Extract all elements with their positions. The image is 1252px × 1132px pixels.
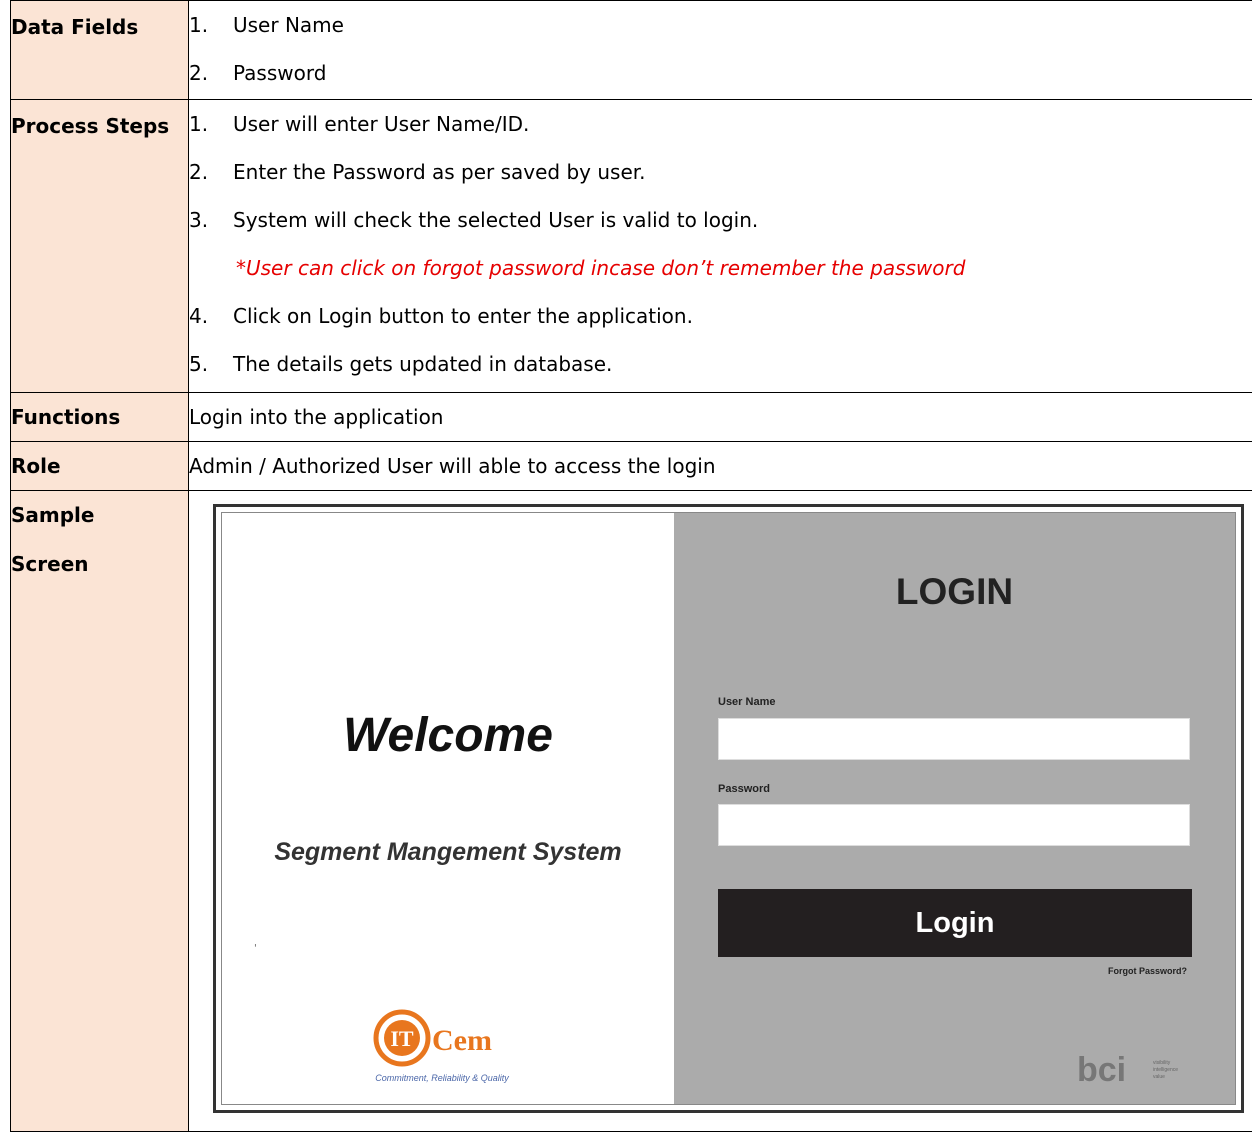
list-item: 2. Enter the Password as per saved by us…: [189, 148, 1252, 196]
item-text: Password: [233, 49, 326, 97]
row-process-steps: Process Steps 1. User will enter User Na…: [11, 100, 1252, 393]
username-input[interactable]: [718, 718, 1190, 760]
list-item: 3. System will check the selected User i…: [189, 196, 1252, 244]
row-label: Process Steps: [11, 100, 188, 138]
stray-mark: ': [254, 943, 257, 954]
logo-letters: IT: [390, 1026, 414, 1051]
item-number: 5.: [189, 340, 233, 388]
welcome-pane: Welcome Segment Mangement System ' IT Ce…: [222, 513, 674, 1104]
bci-logo: bci visibility intelligence value: [1077, 1053, 1187, 1085]
login-pane: LOGIN User Name Password Login Forgot Pa…: [674, 513, 1235, 1104]
row-label: Role: [11, 442, 188, 490]
role-text: Admin / Authorized User will able to acc…: [189, 442, 1252, 490]
forgot-password-note: *User can click on forgot password incas…: [189, 244, 1252, 292]
label-cell: Data Fields: [11, 1, 189, 100]
list-item: 5. The details gets updated in database.: [189, 340, 1252, 388]
document-page: Data Fields 1. User Name 2. Password Pro…: [0, 0, 1252, 1126]
sample-screen: Welcome Segment Mangement System ' IT Ce…: [213, 504, 1244, 1113]
bci-tagline-3: value: [1153, 1074, 1165, 1080]
content-cell: Login into the application: [189, 393, 1252, 442]
logo-tagline: Commitment, Reliability & Quality: [252, 1073, 632, 1083]
list-item: 4. Click on Login button to enter the ap…: [189, 292, 1252, 340]
row-role: Role Admin / Authorized User will able t…: [11, 442, 1252, 491]
item-text: Click on Login button to enter the appli…: [233, 292, 693, 340]
login-button[interactable]: Login: [718, 889, 1192, 957]
content-cell: 1. User Name 2. Password: [189, 1, 1252, 100]
itcem-logo: IT Cem: [372, 1008, 572, 1068]
row-label-line1: Sample: [11, 491, 188, 540]
bci-tagline-2: intelligence: [1153, 1067, 1178, 1073]
row-label: Data Fields: [11, 1, 188, 39]
functions-text: Login into the application: [189, 393, 1252, 441]
logo-text: Cem: [432, 1024, 492, 1057]
item-text: User Name: [233, 1, 344, 49]
item-text: System will check the selected User is v…: [233, 196, 758, 244]
login-window: Welcome Segment Mangement System ' IT Ce…: [221, 512, 1236, 1105]
welcome-heading: Welcome: [222, 708, 674, 763]
bci-tagline-1: visibility: [1153, 1060, 1171, 1066]
item-text: User will enter User Name/ID.: [233, 100, 529, 148]
item-text: The details gets updated in database.: [233, 340, 612, 388]
forgot-password-link[interactable]: Forgot Password?: [1108, 966, 1187, 976]
item-number: 1.: [189, 100, 233, 148]
row-label-line2: Screen: [11, 540, 188, 589]
list-item: 2. Password: [189, 49, 1252, 97]
username-label: User Name: [718, 696, 775, 708]
row-label: Functions: [11, 393, 188, 441]
label-cell: Process Steps: [11, 100, 189, 393]
item-number: 2.: [189, 148, 233, 196]
row-functions: Functions Login into the application: [11, 393, 1252, 442]
system-subtitle: Segment Mangement System: [222, 838, 674, 867]
login-title: LOGIN: [674, 571, 1235, 613]
password-label: Password: [718, 783, 770, 795]
list-item: 1. User Name: [189, 1, 1252, 49]
item-number: 4.: [189, 292, 233, 340]
item-number: 3.: [189, 196, 233, 244]
password-input[interactable]: [718, 804, 1190, 846]
item-number: 2.: [189, 49, 233, 97]
label-cell: Sample Screen: [11, 491, 189, 1132]
item-text: Enter the Password as per saved by user.: [233, 148, 646, 196]
bci-logo-text: bci: [1077, 1053, 1126, 1085]
content-cell: 1. User will enter User Name/ID. 2. Ente…: [189, 100, 1252, 393]
item-number: 1.: [189, 1, 233, 49]
label-cell: Role: [11, 442, 189, 491]
list-item: 1. User will enter User Name/ID.: [189, 100, 1252, 148]
label-cell: Functions: [11, 393, 189, 442]
content-cell: Admin / Authorized User will able to acc…: [189, 442, 1252, 491]
row-data-fields: Data Fields 1. User Name 2. Password: [11, 1, 1252, 100]
